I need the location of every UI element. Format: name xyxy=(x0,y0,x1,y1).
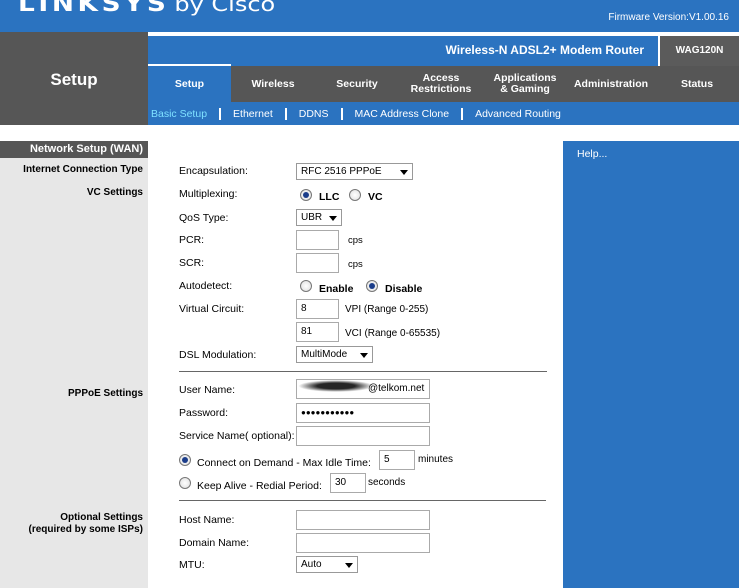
vpi-input[interactable]: 8 xyxy=(296,299,339,319)
scr-input[interactable] xyxy=(296,253,339,273)
chevron-down-icon xyxy=(400,170,408,175)
page-title: Setup xyxy=(50,70,98,89)
pcr-input[interactable] xyxy=(296,230,339,250)
scr-label: SCR: xyxy=(179,257,205,269)
max-idle-time-input[interactable]: 5 xyxy=(379,450,415,470)
sub-navigation: Basic Setup Ethernet DDNS MAC Address Cl… xyxy=(148,102,739,125)
model-name: Wireless-N ADSL2+ Modem Router xyxy=(445,43,645,57)
scr-unit: cps xyxy=(348,259,363,270)
help-link[interactable]: Help... xyxy=(577,148,607,160)
model-bar: Wireless-N ADSL2+ Modem Router xyxy=(148,36,658,66)
host-name-label: Host Name: xyxy=(179,514,235,526)
pcr-unit: cps xyxy=(348,235,363,246)
vci-range-label: VCI (Range 0-65535) xyxy=(345,328,441,339)
service-name-input[interactable] xyxy=(296,426,430,446)
service-name-label: Service Name( optional): xyxy=(179,430,295,442)
subnav-ethernet[interactable]: Ethernet xyxy=(233,108,273,120)
label-optional-settings: Optional Settings xyxy=(60,512,143,523)
autodetect-label: Autodetect: xyxy=(179,280,233,292)
tab-administration[interactable]: Administration xyxy=(567,66,655,102)
firmware-version: Firmware Version:V1.00.16 xyxy=(608,12,729,23)
top-banner: LINKSYS by Cisco Firmware Version:V1.00.1… xyxy=(0,0,739,32)
tab-security[interactable]: Security xyxy=(315,66,399,102)
label-internet-connection-type: Internet Connection Type xyxy=(23,164,143,175)
spacer-band xyxy=(0,125,739,141)
tab-applications-gaming[interactable]: Applications & Gaming xyxy=(483,66,567,102)
qos-value: UBR xyxy=(301,212,323,223)
chevron-down-icon xyxy=(329,216,337,221)
vpi-range-label: VPI (Range 0-255) xyxy=(345,304,429,315)
password-label: Password: xyxy=(179,407,229,419)
tab-setup[interactable]: Setup xyxy=(148,64,231,102)
connect-on-demand-radio[interactable] xyxy=(179,454,191,466)
redial-period-unit: seconds xyxy=(368,477,406,488)
logo-text: LINKSYS xyxy=(18,0,170,17)
domain-name-label: Domain Name: xyxy=(179,537,250,549)
chevron-down-icon xyxy=(345,563,353,568)
autodetect-enable-radio[interactable] xyxy=(300,280,312,292)
max-idle-time-unit: minutes xyxy=(418,454,454,465)
tab-wireless[interactable]: Wireless xyxy=(231,66,315,102)
qos-select[interactable]: UBR xyxy=(296,209,342,226)
help-panel: Help... xyxy=(563,141,739,588)
settings-form: Encapsulation: RFC 2516 PPPoE Multiplexi… xyxy=(148,141,563,588)
subnav-mac-address-clone[interactable]: MAC Address Clone xyxy=(355,108,450,120)
label-optional-note: (required by some ISPs) xyxy=(28,524,143,535)
dsl-modulation-label: DSL Modulation: xyxy=(179,349,257,361)
divider xyxy=(179,500,546,501)
qos-label: QoS Type: xyxy=(179,212,229,224)
keep-alive-label: Keep Alive - Redial Period: xyxy=(197,480,322,492)
section-heading: Network Setup (WAN) xyxy=(0,141,148,158)
pcr-label: PCR: xyxy=(179,234,205,246)
autodetect-disable-label: Disable xyxy=(385,283,423,295)
subnav-ddns[interactable]: DDNS xyxy=(299,108,329,120)
dsl-modulation-value: MultiMode xyxy=(301,349,348,360)
label-pppoe-settings: PPPoE Settings xyxy=(67,388,143,399)
autodetect-enable-label: Enable xyxy=(319,283,354,295)
model-id: WAG120N xyxy=(658,36,739,66)
connect-on-demand-label: Connect on Demand - Max Idle Time: xyxy=(197,457,371,469)
redial-period-input[interactable]: 30 xyxy=(330,473,366,493)
label-vc-settings: VC Settings xyxy=(86,187,143,198)
subnav-separator xyxy=(219,107,222,120)
multiplexing-llc-label: LLC xyxy=(319,191,340,203)
host-name-input[interactable] xyxy=(296,510,430,530)
encapsulation-value: RFC 2516 PPPoE xyxy=(301,166,382,177)
redaction-scribble xyxy=(298,380,374,392)
subnav-separator xyxy=(461,107,464,120)
subnav-separator xyxy=(284,107,287,120)
multiplexing-llc-radio[interactable] xyxy=(300,189,312,201)
subnav-basic-setup[interactable]: Basic Setup xyxy=(151,108,207,120)
divider xyxy=(179,371,547,372)
tab-access-restrictions[interactable]: Access Restrictions xyxy=(399,66,483,102)
tab-status[interactable]: Status xyxy=(655,66,739,102)
main-tabs: Setup Wireless Security Access Restricti… xyxy=(148,64,739,102)
linksys-logo: LINKSYS by Cisco xyxy=(18,0,275,17)
multiplexing-label: Multiplexing: xyxy=(179,188,238,200)
subnav-separator xyxy=(340,107,343,120)
username-label: User Name: xyxy=(179,384,236,396)
chevron-down-icon xyxy=(360,353,368,358)
multiplexing-vc-label: VC xyxy=(368,191,383,203)
virtual-circuit-label: Virtual Circuit: xyxy=(179,303,245,315)
encapsulation-select[interactable]: RFC 2516 PPPoE xyxy=(296,163,413,180)
vci-input[interactable]: 81 xyxy=(296,322,339,342)
keep-alive-radio[interactable] xyxy=(179,477,191,489)
encapsulation-label: Encapsulation: xyxy=(179,165,248,177)
mtu-label: MTU: xyxy=(179,559,205,571)
logo-by-cisco: by Cisco xyxy=(174,0,276,16)
mtu-select[interactable]: Auto xyxy=(296,556,358,573)
mtu-value: Auto xyxy=(301,559,322,570)
subnav-advanced-routing[interactable]: Advanced Routing xyxy=(475,108,561,120)
password-input[interactable]: ●●●●●●●●●●● xyxy=(296,403,430,423)
domain-name-input[interactable] xyxy=(296,533,430,553)
autodetect-disable-radio[interactable] xyxy=(366,280,378,292)
multiplexing-vc-radio[interactable] xyxy=(349,189,361,201)
dsl-modulation-select[interactable]: MultiMode xyxy=(296,346,373,363)
section-header-panel: Setup xyxy=(0,32,148,125)
